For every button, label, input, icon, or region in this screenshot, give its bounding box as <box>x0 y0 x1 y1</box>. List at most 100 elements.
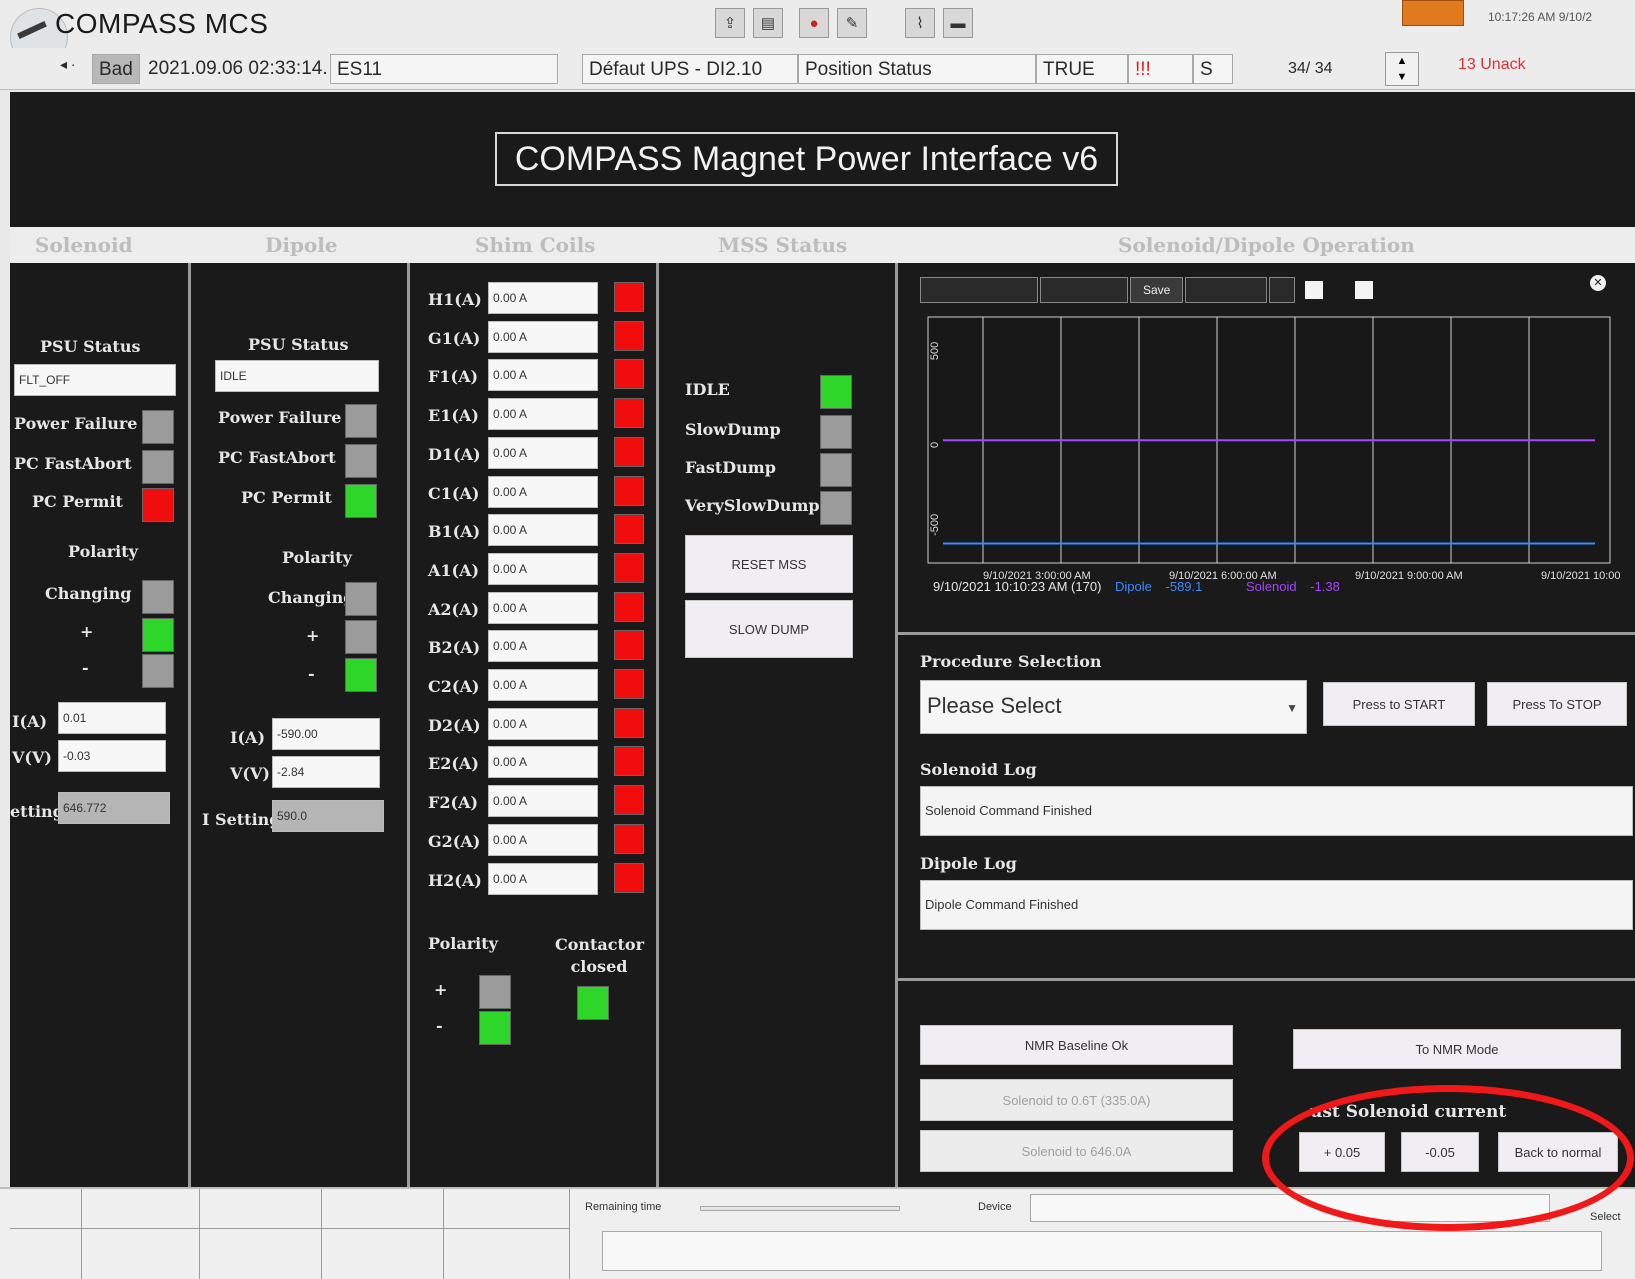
trend-icon[interactable]: ⌇ <box>905 8 935 38</box>
nmr-mode-button[interactable]: To NMR Mode <box>1293 1029 1621 1069</box>
shim-coil-value: 0.00 A <box>488 630 598 662</box>
divider <box>407 263 410 1187</box>
export-icon[interactable]: ⇪ <box>715 8 745 38</box>
chevron-down-icon: ▼ <box>1286 701 1298 715</box>
shim-coil-led <box>614 746 644 776</box>
section-operation: Solenoid/Dipole Operation <box>1118 233 1415 257</box>
slow-dump-button[interactable]: SLOW DUMP <box>685 600 853 658</box>
shim-plus-led <box>479 975 511 1009</box>
sol-fastabort-led <box>142 450 174 484</box>
x-tick-label: 9/10/2021 10:00:00 <box>1541 570 1620 582</box>
alarm-tag: Position Status <box>798 54 1036 84</box>
dip-setting-field[interactable]: 590.0 <box>272 800 384 832</box>
contactor-led <box>577 986 609 1020</box>
footer-cell <box>82 1189 200 1229</box>
reset-mss-button[interactable]: RESET MSS <box>685 535 853 593</box>
dip-polarity-label: Polarity <box>282 548 352 567</box>
stop-button[interactable]: Press To STOP <box>1487 682 1627 726</box>
footer-cell <box>10 1229 82 1279</box>
mss-fastdump-label: FastDump <box>685 458 776 477</box>
shim-polarity-label: Polarity <box>428 934 498 953</box>
trend-chart: 5000-5009/10/2021 3:00:00 AM 9/10/2021 6:… <box>927 316 1620 582</box>
procedure-select-value: Please Select <box>927 693 1062 718</box>
shim-coil-value: 0.00 A <box>488 476 598 508</box>
shim-coil-value: 0.00 A <box>488 514 598 546</box>
divider <box>656 263 659 1187</box>
dip-plus-label: + <box>306 626 320 645</box>
report-icon[interactable]: ▤ <box>753 8 783 38</box>
mss-veryslowdump-led <box>820 491 852 525</box>
remaining-time-label: Remaining time <box>585 1201 662 1213</box>
chart-save-button[interactable]: Save <box>1130 277 1184 303</box>
shim-coil-value: 0.00 A <box>488 553 598 585</box>
chart-tool-button[interactable] <box>1185 277 1268 303</box>
chart-tool-button[interactable] <box>920 277 1038 303</box>
chart-tool-button[interactable] <box>1269 277 1296 303</box>
divider <box>895 632 1635 635</box>
shim-coil-led <box>614 630 644 660</box>
sol-voltage-field: -0.03 <box>58 740 166 772</box>
shim-coil-led <box>614 359 644 389</box>
shim-coil-label: B1(A) <box>428 522 481 541</box>
alarm-indicator[interactable] <box>1402 0 1464 26</box>
device-label: Device <box>978 1201 1012 1213</box>
shim-coil-value: 0.00 A <box>488 785 598 817</box>
dip-v-label: V(V) <box>230 764 270 783</box>
sol-permit-led <box>142 488 174 522</box>
trend-chart-panel: Save ✕ 500 0 -500 9/10/2021 3:00:00 AM 9/10/… <box>920 275 1620 607</box>
sol-psu-status-label: PSU Status <box>40 337 141 356</box>
sol-minus-label: - <box>82 658 89 677</box>
solenoid-646-button[interactable]: Solenoid to 646.0A <box>920 1130 1233 1172</box>
start-button[interactable]: Press to START <box>1323 682 1475 726</box>
collapse-icon[interactable]: ◂ · <box>60 56 76 73</box>
shim-coil-label: E2(A) <box>428 754 479 773</box>
dip-voltage-field: -2.84 <box>272 756 380 788</box>
section-shim-coils: Shim Coils <box>475 233 596 257</box>
nmr-baseline-button[interactable]: NMR Baseline Ok <box>920 1025 1233 1065</box>
display-icon[interactable]: ▬ <box>943 8 973 38</box>
footer-cell <box>444 1229 570 1279</box>
shim-coil-label: A1(A) <box>428 561 480 580</box>
dip-psu-status-label: PSU Status <box>248 335 349 354</box>
mss-fastdump-led <box>820 453 852 487</box>
alarm-message-bar: ◂ · Bad 2021.09.06 02:33:14.3 ES11 Défau… <box>0 48 1635 90</box>
chart-close-icon[interactable]: ✕ <box>1590 275 1606 291</box>
unack-count[interactable]: 13 Unack <box>1458 56 1526 74</box>
readout-dipole-value: -589.1 <box>1165 579 1203 594</box>
shim-coil-led <box>614 514 644 544</box>
chart-checkbox[interactable] <box>1305 281 1324 299</box>
x-tick-label: 9/10/2021 9:00:00 AM <box>1355 570 1463 582</box>
shim-coil-label: H2(A) <box>428 871 482 890</box>
shim-coil-led <box>614 785 644 815</box>
procedure-select[interactable]: Please Select ▼ <box>920 680 1307 734</box>
shim-coil-value: 0.00 A <box>488 708 598 740</box>
footer-cell <box>322 1229 444 1279</box>
footer-cell <box>200 1189 322 1229</box>
dip-i-label: I(A) <box>230 728 266 747</box>
dipole-log-field: Dipole Command Finished <box>920 880 1633 930</box>
sol-power-failure-label: Power Failure <box>14 414 138 433</box>
dip-setting-label: I Setting <box>202 810 281 829</box>
footer-cell <box>444 1189 570 1229</box>
dip-permit-led <box>345 484 377 518</box>
log-icon[interactable]: ✎ <box>837 8 867 38</box>
solenoid-06t-button[interactable]: Solenoid to 0.6T (335.0A) <box>920 1079 1233 1121</box>
shim-minus-led <box>479 1011 511 1045</box>
readout-dipole-label: Dipole <box>1115 579 1152 594</box>
sol-setting-field[interactable]: 646.772 <box>58 792 170 824</box>
solenoid-log-label: Solenoid Log <box>920 760 1037 779</box>
chart-tool-button[interactable] <box>1040 277 1128 303</box>
shim-coil-label: D1(A) <box>428 445 481 464</box>
select-button[interactable]: Select <box>1590 1211 1621 1223</box>
sol-setting-label: etting <box>10 802 64 821</box>
title-bar: COMPASS MCS ⇪ ▤ ● ✎ ⌇ ▬ 10:17:26 AM 9/10… <box>0 0 1635 66</box>
alarm-stepper[interactable]: ▲ ▼ <box>1385 52 1419 86</box>
alarm-timestamp: 2021.09.06 02:33:14.3 <box>148 58 328 79</box>
alarm-icon[interactable]: ● <box>799 8 829 38</box>
shim-coil-led <box>614 592 644 622</box>
shim-coil-label: C2(A) <box>428 677 480 696</box>
command-field[interactable] <box>602 1231 1602 1271</box>
section-header-strip: Solenoid Dipole Shim Coils MSS Status So… <box>10 227 1635 263</box>
section-dipole: Dipole <box>265 233 338 257</box>
chart-checkbox[interactable] <box>1355 281 1374 299</box>
